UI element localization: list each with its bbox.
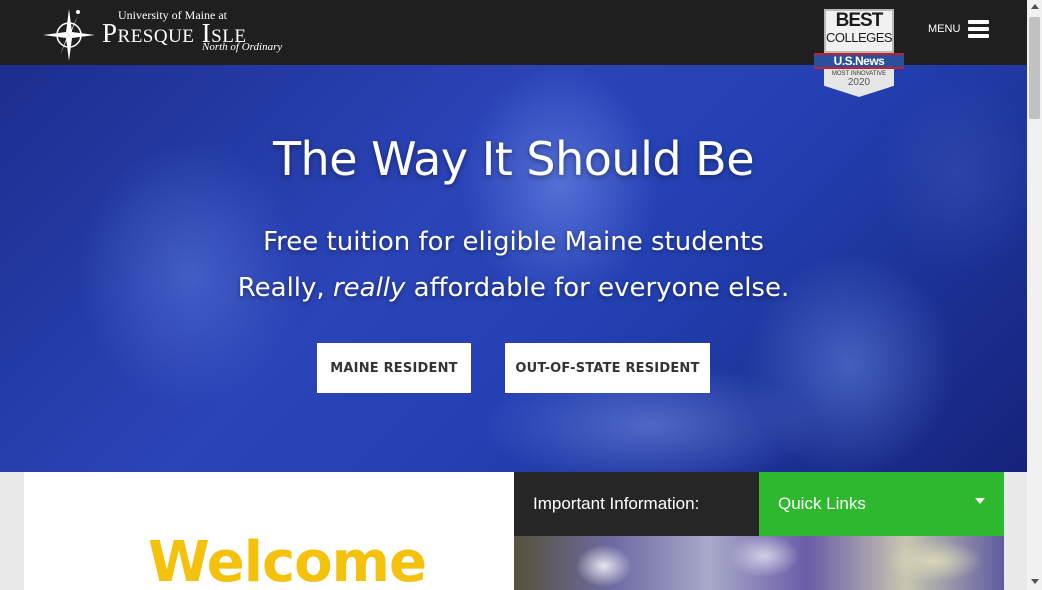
badge-ribbon: U.S.News: [814, 53, 904, 69]
badge-top: BEST COLLEGES: [824, 9, 894, 53]
badge-bottom: MOST INNOVATIVE 2020: [824, 69, 894, 97]
quick-links-dropdown[interactable]: Quick Links: [759, 472, 1004, 536]
vertical-scrollbar[interactable]: [1027, 0, 1042, 590]
badge-best-text: BEST: [835, 10, 884, 31]
hero-line2-prefix: Really,: [237, 273, 325, 303]
featured-photo: [514, 536, 1004, 590]
chevron-down-icon: [975, 498, 985, 504]
badge-year: 2020: [847, 77, 871, 88]
hero-line2-suffix: affordable for everyone else.: [413, 273, 790, 303]
scrollbar-thumb[interactable]: [1029, 17, 1040, 119]
hero-tuition-line: Free tuition for eligible Maine students: [263, 227, 764, 257]
badge-subtitle: MOST INNOVATIVE: [831, 71, 887, 77]
important-information-label: Important Information:: [514, 472, 759, 536]
badge-colleges-text: COLLEGES: [826, 30, 893, 45]
hamburger-menu-icon[interactable]: [968, 20, 989, 38]
scroll-down-arrow-icon[interactable]: [1031, 579, 1039, 584]
page: University of Maine at Presque Isle Nort…: [0, 0, 1042, 590]
hero-affordable-line: Really, really affordable for everyone e…: [0, 273, 1027, 303]
hero-banner: The Way It Should Be Free tuition for el…: [0, 65, 1027, 472]
quick-links-selected: Quick Links: [778, 494, 866, 513]
maine-resident-button[interactable]: MAINE RESIDENT: [317, 343, 471, 393]
welcome-heading: Welcome: [148, 530, 427, 590]
us-news-best-colleges-badge[interactable]: BEST COLLEGES U.S.News MOST INNOVATIVE 2…: [812, 9, 906, 99]
out-of-state-resident-button[interactable]: OUT-OF-STATE RESIDENT: [505, 343, 710, 393]
scroll-up-arrow-icon[interactable]: [1031, 4, 1039, 9]
hero-headline: The Way It Should Be: [272, 132, 755, 186]
compass-star-icon: [43, 9, 95, 61]
menu-label[interactable]: MENU: [928, 23, 960, 35]
hero-line2-emphasis: really: [332, 273, 406, 303]
logo-tagline: North of Ordinary: [202, 41, 283, 53]
welcome-panel: Welcome: [24, 472, 514, 590]
site-logo[interactable]: University of Maine at Presque Isle Nort…: [42, 6, 302, 61]
